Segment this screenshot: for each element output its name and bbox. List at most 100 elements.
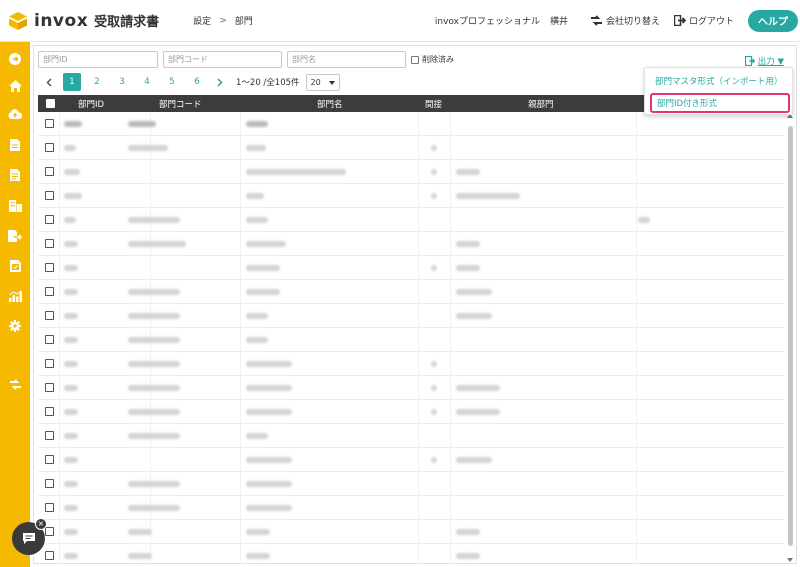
col-dept-code[interactable]: 部門コード (159, 95, 202, 112)
page-2[interactable]: 2 (88, 73, 106, 91)
building-icon[interactable] (8, 199, 22, 213)
switch-icon (590, 15, 602, 26)
table-scrollbar[interactable] (786, 114, 795, 562)
redacted-cell (456, 289, 492, 295)
table-row[interactable] (38, 472, 784, 496)
redacted-cell (456, 241, 480, 247)
page-3[interactable]: 3 (113, 73, 131, 91)
column-divider (636, 256, 637, 280)
redacted-cell (456, 553, 480, 559)
export-option-master-format[interactable]: 部門マスタ形式（インポート用） (645, 71, 794, 91)
table-row[interactable] (38, 256, 784, 280)
scrollbar-thumb[interactable] (788, 126, 793, 546)
export-option-with-id[interactable]: 部門ID付き形式 (650, 93, 790, 113)
row-checkbox[interactable] (45, 479, 54, 488)
table-row[interactable] (38, 184, 784, 208)
export-dropdown: 部門マスタ形式（インポート用） 部門ID付き形式 (644, 67, 793, 115)
switch-icon[interactable] (8, 377, 22, 391)
prev-page-button[interactable] (42, 73, 56, 91)
row-checkbox[interactable] (45, 527, 54, 536)
select-all-checkbox[interactable] (46, 99, 55, 108)
export-button[interactable]: 出力 ▼ (744, 55, 784, 67)
document-check-icon[interactable] (8, 259, 22, 273)
dept-name-input[interactable]: 部門名 (287, 51, 406, 68)
row-checkbox[interactable] (45, 383, 54, 392)
document-export-icon[interactable] (8, 229, 22, 243)
document-list-icon[interactable] (8, 168, 22, 182)
table-row[interactable] (38, 520, 784, 544)
row-checkbox[interactable] (45, 551, 54, 560)
next-page-button[interactable] (213, 73, 227, 91)
redacted-cell (246, 361, 292, 367)
deleted-checkbox-label[interactable]: 削除済み (411, 54, 454, 65)
table-row[interactable] (38, 400, 784, 424)
column-divider (418, 448, 419, 472)
deleted-checkbox[interactable] (411, 55, 419, 64)
logout-link[interactable]: ログアウト (673, 14, 734, 27)
arrow-right-circle-icon[interactable] (8, 52, 22, 66)
col-indirect[interactable]: 間接 (425, 95, 442, 112)
home-icon[interactable] (8, 79, 22, 93)
row-checkbox[interactable] (45, 167, 54, 176)
row-checkbox[interactable] (45, 191, 54, 200)
page-5[interactable]: 5 (163, 73, 181, 91)
help-button[interactable]: ヘルプ (748, 9, 798, 32)
row-checkbox[interactable] (45, 359, 54, 368)
redacted-cell (128, 217, 180, 223)
col-dept-id[interactable]: 部門ID (78, 95, 104, 112)
table-row[interactable] (38, 136, 784, 160)
column-divider (450, 328, 451, 352)
row-checkbox[interactable] (45, 263, 54, 272)
table-row[interactable] (38, 544, 784, 564)
per-page-select[interactable]: 20 (305, 73, 340, 91)
table-row[interactable] (38, 280, 784, 304)
document-icon[interactable] (8, 138, 22, 152)
row-checkbox[interactable] (45, 335, 54, 344)
page-4[interactable]: 4 (138, 73, 156, 91)
table-row[interactable] (38, 424, 784, 448)
page-6[interactable]: 6 (188, 73, 206, 91)
row-checkbox[interactable] (45, 287, 54, 296)
row-checkbox[interactable] (45, 143, 54, 152)
chat-close-button[interactable]: × (35, 518, 47, 530)
row-checkbox[interactable] (45, 215, 54, 224)
column-divider (636, 232, 637, 256)
table-row[interactable] (38, 208, 784, 232)
col-parent-dept[interactable]: 親部門 (528, 95, 554, 112)
dept-code-input[interactable]: 部門コード (163, 51, 282, 68)
redacted-cell (246, 529, 270, 535)
table-row[interactable] (38, 376, 784, 400)
cloud-upload-icon[interactable] (8, 107, 22, 121)
column-divider (418, 160, 419, 184)
column-divider (59, 280, 60, 304)
table-row[interactable] (38, 232, 784, 256)
row-checkbox[interactable] (45, 455, 54, 464)
col-dept-name[interactable]: 部門名 (317, 95, 343, 112)
dept-id-input[interactable]: 部門ID (38, 51, 158, 68)
breadcrumb-settings[interactable]: 設定 (193, 14, 211, 27)
table-row[interactable] (38, 496, 784, 520)
row-checkbox[interactable] (45, 407, 54, 416)
row-checkbox[interactable] (45, 431, 54, 440)
column-divider (450, 184, 451, 208)
column-divider (418, 376, 419, 400)
row-checkbox[interactable] (45, 239, 54, 248)
redacted-cell (64, 457, 78, 463)
scroll-down-icon[interactable] (787, 558, 793, 562)
page-1[interactable]: 1 (63, 73, 81, 91)
column-divider (240, 136, 241, 160)
chart-icon[interactable] (8, 289, 22, 303)
row-checkbox[interactable] (45, 311, 54, 320)
table-row[interactable] (38, 112, 784, 136)
table-row[interactable] (38, 448, 784, 472)
row-checkbox[interactable] (45, 503, 54, 512)
table-row[interactable] (38, 328, 784, 352)
app-logo[interactable]: invox 受取請求書 (8, 11, 159, 31)
switch-company-link[interactable]: 会社切り替え (590, 14, 660, 27)
gear-icon[interactable] (8, 319, 22, 333)
row-checkbox[interactable] (45, 119, 54, 128)
table-row[interactable] (38, 160, 784, 184)
redacted-cell (128, 313, 180, 319)
table-row[interactable] (38, 352, 784, 376)
table-row[interactable] (38, 304, 784, 328)
